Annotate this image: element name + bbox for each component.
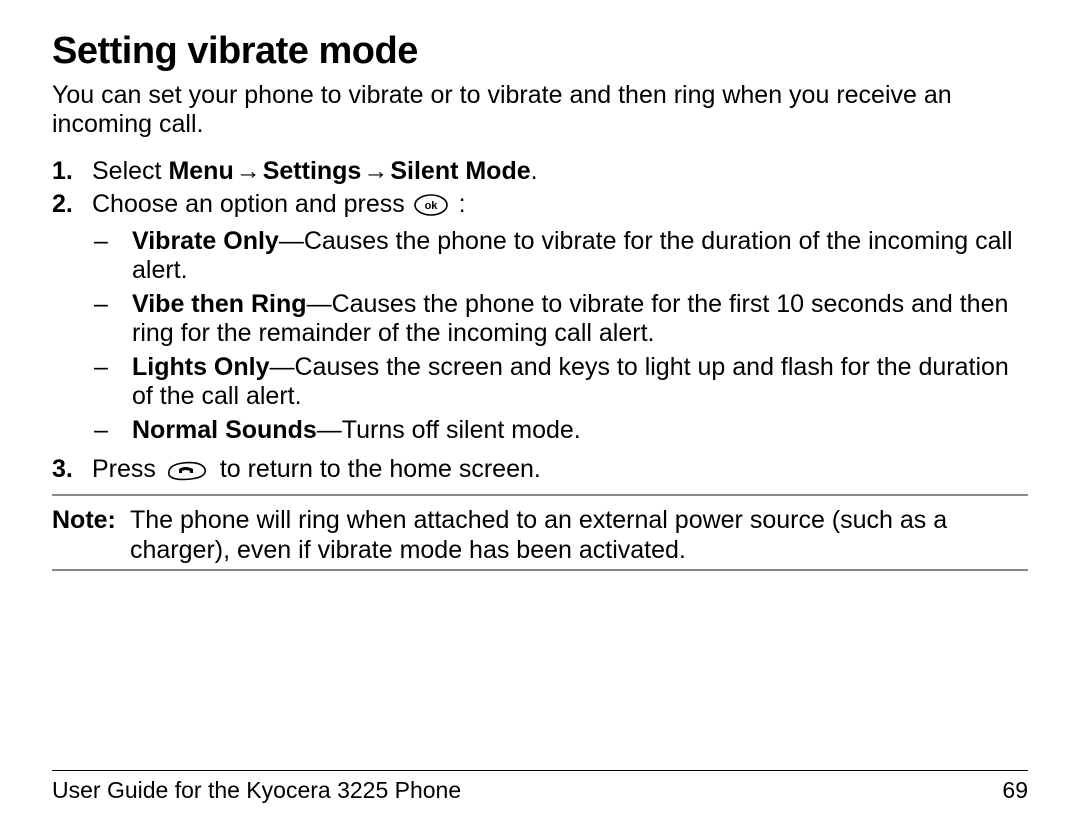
divider-top [52,494,1028,496]
option-vibrate-only: – Vibrate Only—Causes the phone to vibra… [92,227,1028,286]
steps-list: 1. Select Menu→Settings→Silent Mode. 2. … [52,157,1028,491]
option-body: Normal Sounds—Turns off silent mode. [132,416,1028,446]
footer-page-number: 69 [1002,777,1028,804]
arrow-icon: → [234,157,263,186]
step-2: 2. Choose an option and press ok : – Vib… [52,190,1028,452]
option-body: Vibe then Ring—Causes the phone to vibra… [132,290,1028,349]
option-normal-sounds: – Normal Sounds—Turns off silent mode. [92,416,1028,446]
dash-bullet: – [92,290,132,349]
step-number: 3. [52,455,92,490]
manual-page: Setting vibrate mode You can set your ph… [0,0,1080,834]
step-1: 1. Select Menu→Settings→Silent Mode. [52,157,1028,186]
end-button-icon [165,459,207,490]
dash-bullet: – [92,353,132,412]
step-number: 1. [52,157,92,186]
step-text: Choose an option and press [92,190,412,218]
step-body: Choose an option and press ok : – Vibrat… [92,190,1028,452]
section-heading: Setting vibrate mode [52,30,1028,73]
step-text: Press [92,455,163,483]
step-3: 3. Press to return to the home screen. [52,455,1028,490]
svg-text:ok: ok [424,200,438,212]
step-text-after: to return to the home screen. [220,455,541,483]
step-suffix: . [531,157,538,185]
note-label: Note: [52,506,130,565]
intro-paragraph: You can set your phone to vibrate or to … [52,81,1028,139]
ok-button-icon: ok [414,194,448,223]
step-body: Press to return to the home screen. [92,455,1028,490]
dash-bullet: – [92,416,132,446]
menu-path-2: Settings [263,157,362,185]
step-text-after: : [459,190,466,218]
step-number: 2. [52,190,92,452]
option-name: Vibe then Ring [132,290,307,318]
step-body: Select Menu→Settings→Silent Mode. [92,157,1028,186]
option-name: Lights Only [132,353,270,381]
option-name: Normal Sounds [132,416,317,444]
option-body: Vibrate Only—Causes the phone to vibrate… [132,227,1028,286]
note-block: Note: The phone will ring when attached … [52,506,1028,565]
step-text: Select [92,157,168,185]
divider-bottom [52,569,1028,571]
arrow-icon: → [361,157,390,186]
menu-path-3: Silent Mode [390,157,530,185]
option-name: Vibrate Only [132,227,279,255]
menu-path-1: Menu [168,157,233,185]
page-footer: User Guide for the Kyocera 3225 Phone 69 [52,770,1028,804]
option-lights-only: – Lights Only—Causes the screen and keys… [92,353,1028,412]
footer-guide-title: User Guide for the Kyocera 3225 Phone [52,777,461,804]
option-vibe-then-ring: – Vibe then Ring—Causes the phone to vib… [92,290,1028,349]
option-body: Lights Only—Causes the screen and keys t… [132,353,1028,412]
options-list: – Vibrate Only—Causes the phone to vibra… [92,227,1028,446]
note-text: The phone will ring when attached to an … [130,506,1028,565]
dash-bullet: – [92,227,132,286]
option-desc: —Turns off silent mode. [317,416,581,444]
